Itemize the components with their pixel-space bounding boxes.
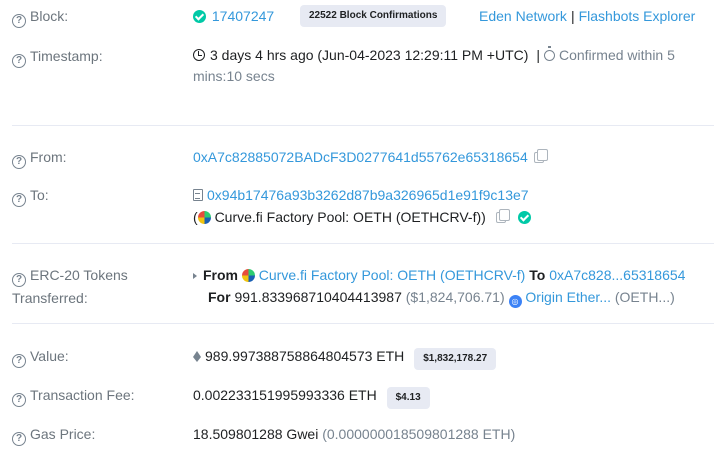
gas-label: ? Gas Price: [12,423,187,446]
tokens-label: ? ERC-20 Tokens Transferred: [12,267,128,306]
question-circle-icon[interactable]: ? [12,54,26,68]
from-row: ? From: 0xA7c82885072BADcF3D0277641d55762… [12,146,714,169]
check-circle-icon [517,211,531,224]
question-circle-icon[interactable]: ? [12,354,26,368]
curve-token-icon [197,211,211,224]
fee-value: 0.002233151995993336 ETH $4.13 [193,384,714,409]
tokens-row: ? ERC-20 Tokens Transferred: From Curve.fi… [12,264,714,308]
ethereum-icon [193,351,201,362]
fee-row: ? Transaction Fee: 0.002233151995993336 E… [12,384,714,409]
token-usd: ($1,824,706.71) [405,289,505,305]
question-circle-icon[interactable]: ? [12,273,26,287]
token-to-link[interactable]: 0xA7c828...65318654 [549,267,685,283]
from-address-link[interactable]: 0xA7c82885072BADcF3D0277641d55762e653186… [193,149,528,165]
divider [12,243,714,244]
divider [12,323,714,324]
value-usd-badge[interactable]: $1,832,178.27 [414,348,497,370]
stopwatch-icon [543,46,555,61]
block-label: ? Block: [12,5,187,28]
to-contract-name: Curve.fi Factory Pool: OETH (OETHCRV-f) [214,209,482,225]
clock-icon [193,49,205,61]
flashbots-explorer-link[interactable]: Flashbots Explorer [579,8,696,24]
value-amount: 989.997388758864804573 ETH [205,348,405,364]
timestamp-value: 3 days 4 hrs ago (Jun-04-2023 12:29:11 P… [193,46,675,84]
to-value: 0x94b17476a93b3262d87b9a326965d1e91f9c13… [193,184,714,228]
caret-right-icon [193,273,197,279]
question-circle-icon[interactable]: ? [12,155,26,169]
gas-gwei: 18.509801288 Gwei [193,426,319,442]
to-address-link[interactable]: 0x94b17476a93b3262d87b9a326965d1e91f9c13… [207,187,529,203]
fee-label: ? Transaction Fee: [12,384,187,407]
timestamp-text: 3 days 4 hrs ago (Jun-04-2023 12:29:11 P… [210,47,529,63]
confirmations-badge: 22522 Block Confirmations [300,5,447,27]
block-value: 17407247 22522 Block Confirmations Eden … [193,5,714,27]
token-name-link[interactable]: Origin Ether... [525,289,611,305]
to-label: ? To: [12,184,187,207]
token-amount: 991.833968710404413987 [234,289,402,305]
divider [12,125,714,126]
token-from-link[interactable]: Curve.fi Factory Pool: OETH (OETHCRV-f) [259,267,526,283]
question-circle-icon[interactable]: ? [12,14,26,28]
copy-icon[interactable] [495,209,510,223]
gas-eth: (0.000000018509801288 ETH) [322,426,516,442]
block-number-link[interactable]: 17407247 [212,8,274,24]
builder-links: Eden Network | Flashbots Explorer [479,8,696,24]
copy-icon[interactable] [533,149,548,163]
timestamp-label: ? Timestamp: [12,45,187,68]
gas-value: 18.509801288 Gwei (0.000000018509801288 … [193,423,714,445]
to-row: ? To: 0x94b17476a93b3262d87b9a326965d1e91… [12,184,714,228]
question-circle-icon[interactable]: ? [12,432,26,446]
question-circle-icon[interactable]: ? [12,393,26,407]
check-circle-icon [193,10,206,23]
value-label: ? Value: [12,345,187,368]
fee-amount: 0.002233151995993336 ETH [193,387,377,403]
tokens-value: From Curve.fi Factory Pool: OETH (OETHCR… [193,264,714,308]
value-row: ? Value: 989.997388758864804573 ETH $1,83… [12,345,714,370]
value-value: 989.997388758864804573 ETH $1,832,178.27 [193,345,714,370]
fee-usd-badge[interactable]: $4.13 [386,387,430,409]
eden-network-link[interactable]: Eden Network [479,8,567,24]
file-contract-icon [193,189,203,201]
block-row: ? Block: 17407247 22522 Block Confirmatio… [12,5,714,28]
timestamp-row: ? Timestamp: 3 days 4 hrs ago (Jun-04-202… [12,45,714,89]
from-value: 0xA7c82885072BADcF3D0277641d55762e653186… [193,146,714,168]
gas-row: ? Gas Price: 18.509801288 Gwei (0.0000000… [12,423,714,446]
origin-token-icon: ◎ [508,295,522,308]
from-label: ? From: [12,146,187,169]
question-circle-icon[interactable]: ? [12,193,26,207]
curve-token-icon [241,269,255,282]
